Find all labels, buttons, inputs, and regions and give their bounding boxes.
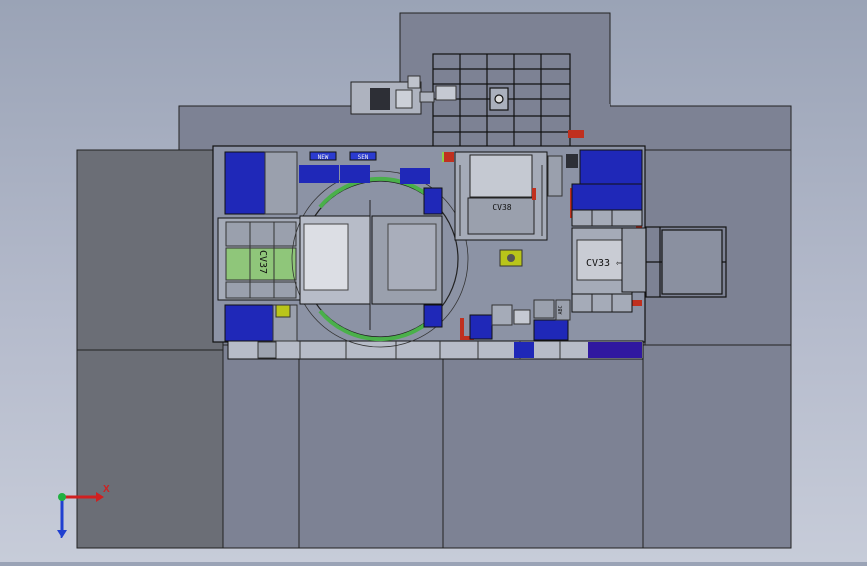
cad-viewport[interactable]: CV37 NEW SEN CV38 CV33 ⇦ ABC X Y	[0, 0, 867, 562]
cv33-label: CV33 ⇦	[586, 258, 622, 269]
tag-right: SEN	[358, 154, 369, 161]
cv38-label: CV38	[492, 203, 511, 212]
tag-side: ABC	[558, 305, 564, 314]
cv33-station: CV33 ⇦	[571, 149, 647, 313]
y-axis-label: Y	[58, 530, 65, 541]
left-strip-plate	[76, 149, 224, 351]
floor-plan: CV37 NEW SEN CV38 CV33 ⇦ ABC	[76, 12, 792, 549]
cv37-label: CV37	[257, 250, 268, 274]
coordinate-triad: X Y	[40, 478, 120, 548]
lower-floor-plate	[222, 344, 792, 549]
cv37-conveyor: CV37	[217, 217, 301, 301]
tag-left: NEW	[318, 154, 329, 161]
x-axis-label: X	[103, 484, 110, 495]
